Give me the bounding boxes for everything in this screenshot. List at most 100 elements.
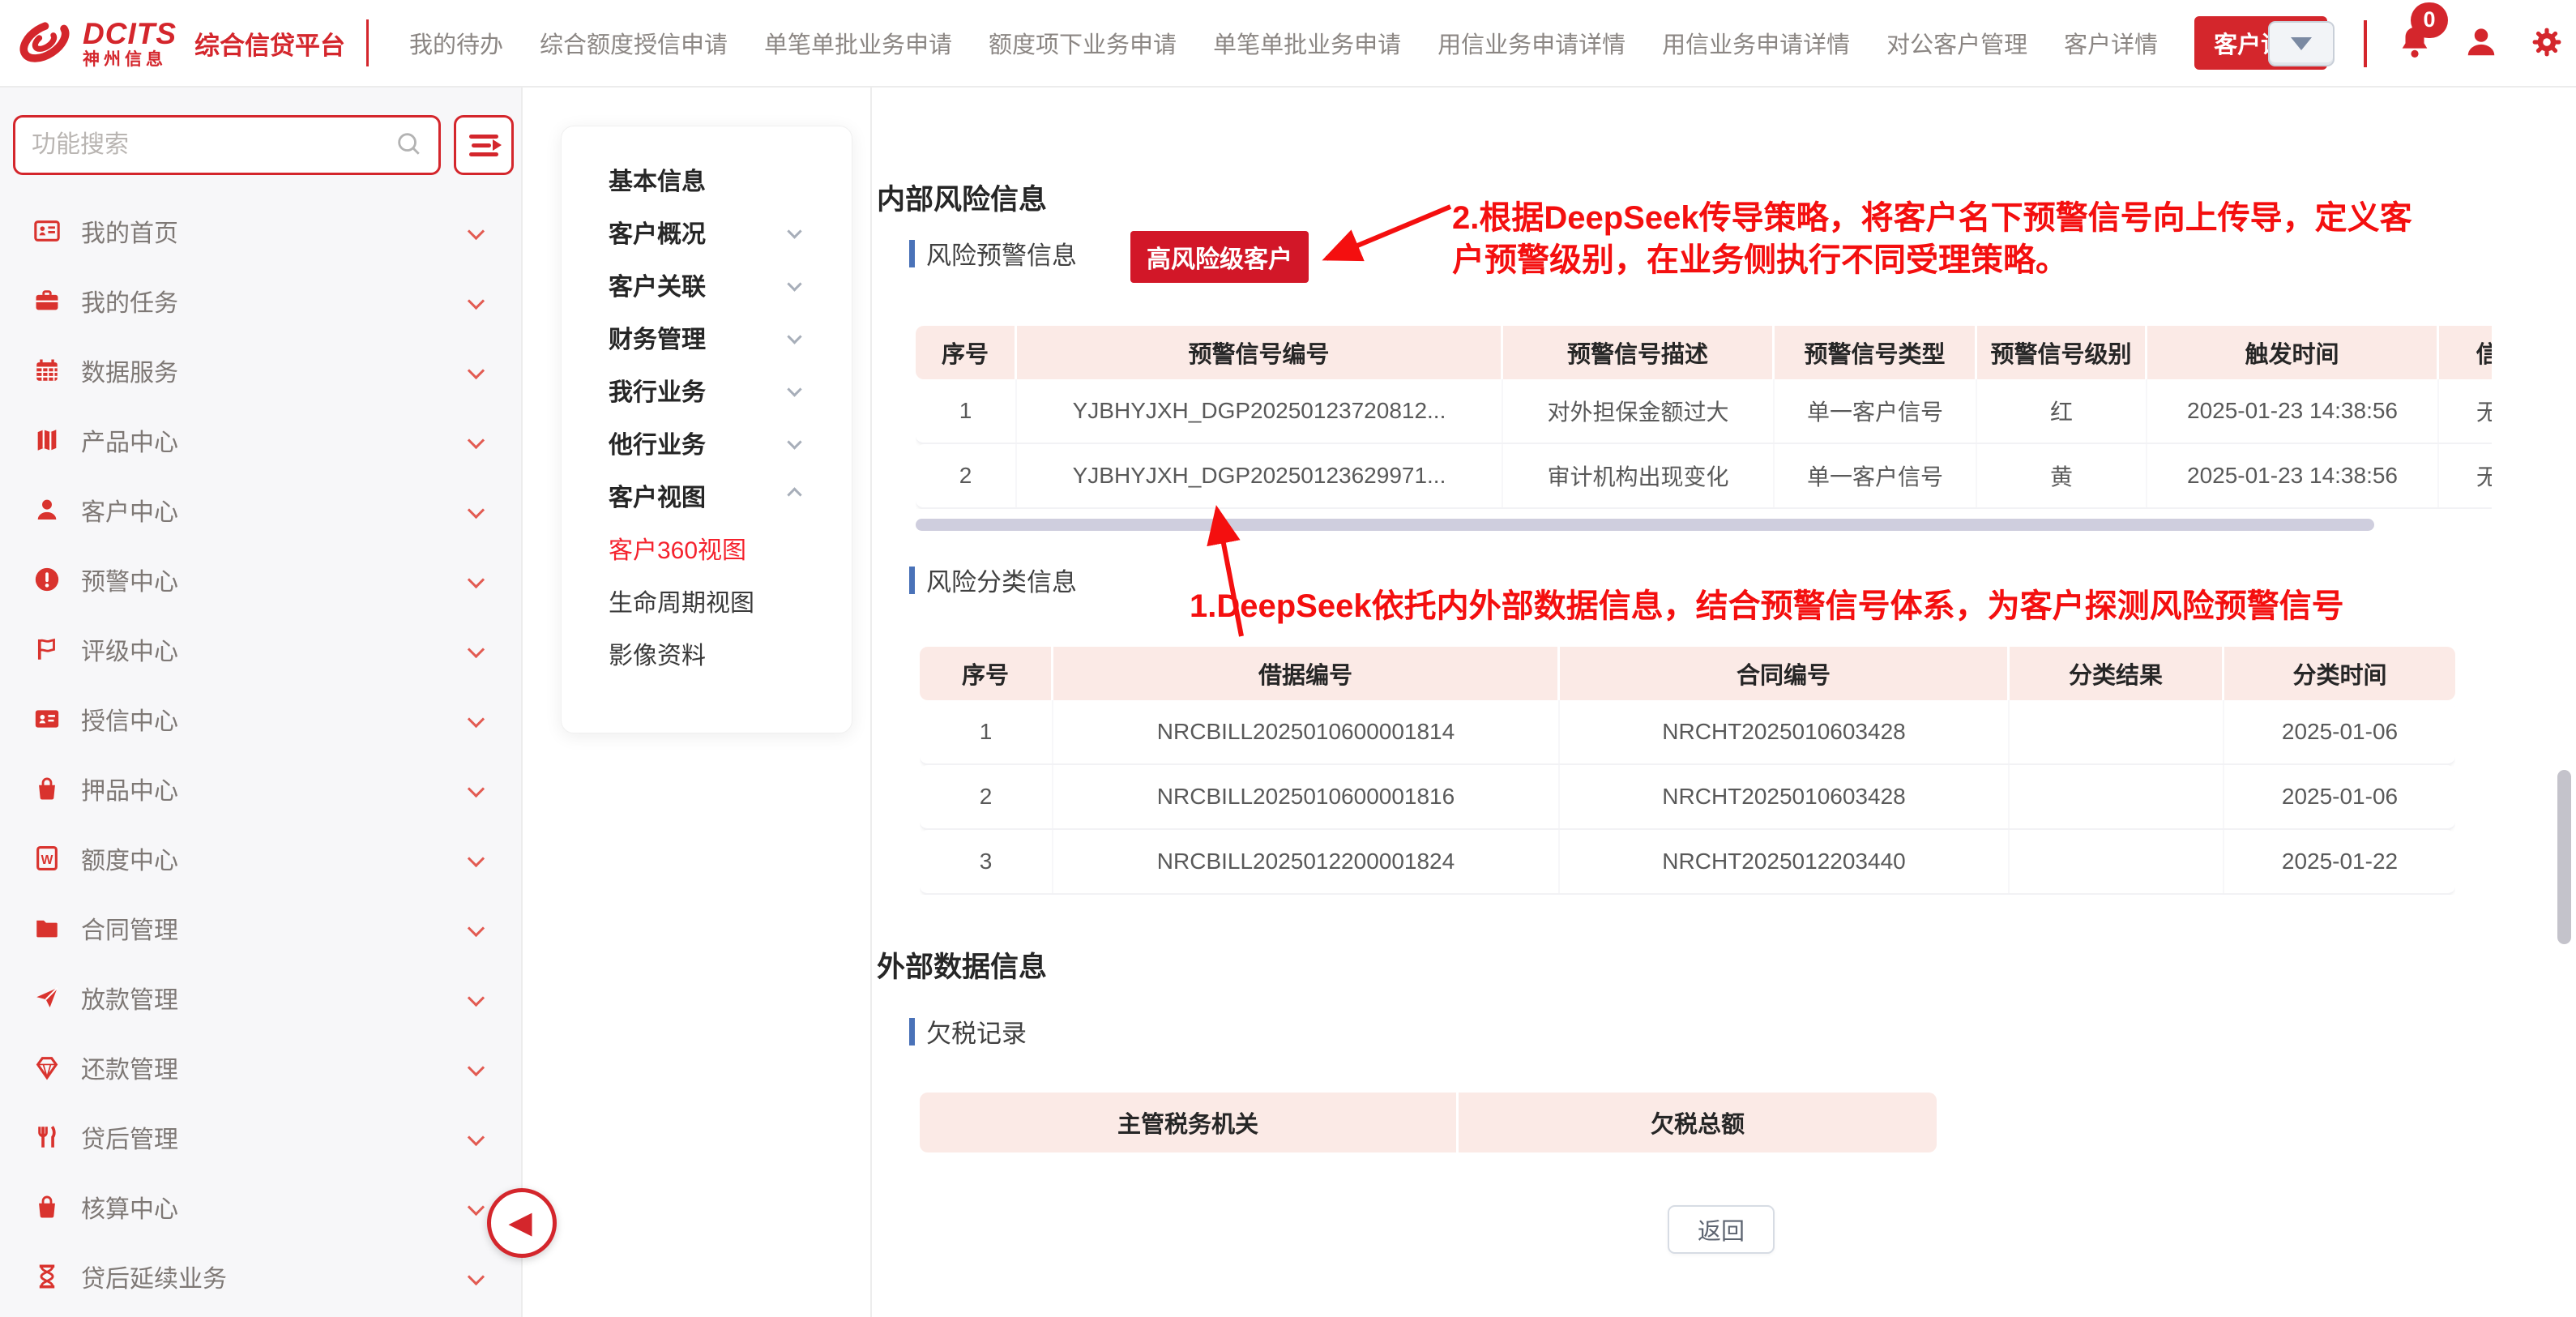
submenu-item-our-bank-business[interactable]: 我行业务: [609, 363, 852, 416]
sidebar-item-warning-center[interactable]: 预警中心: [0, 545, 521, 614]
submenu-item-label: 我行业务: [609, 372, 706, 408]
topbar-controls: 0: [2268, 0, 2565, 88]
chevron-down-icon: [468, 780, 485, 797]
sidebar-item-my-home[interactable]: 我的首页: [0, 196, 521, 266]
product-name: 综合信贷平台: [194, 25, 345, 62]
search-input[interactable]: [32, 131, 395, 159]
sidebar-item-data-services[interactable]: 数据服务: [0, 336, 521, 405]
topnav-item[interactable]: 我的待办: [409, 26, 503, 60]
topbar-divider: [2364, 20, 2367, 67]
submenu-item-label: 他行业务: [609, 425, 706, 460]
customer-view-menu: 基本信息 客户概况 客户关联 财务管理 我行业务 他行业务 客户视图 客户360…: [561, 126, 852, 733]
sidebar-item-customer-center[interactable]: 客户中心: [0, 475, 521, 545]
submenu-item-customer-relations[interactable]: 客户关联: [609, 258, 852, 310]
sidebar-item-collateral-center[interactable]: 押品中心: [0, 754, 521, 823]
column-header: 分类时间: [2224, 647, 2455, 700]
vertical-scrollbar[interactable]: [2557, 770, 2571, 944]
column-header: 触发时间: [2147, 326, 2439, 379]
submenu-item-customer-overview[interactable]: 客户概况: [609, 205, 852, 258]
chevron-down-icon: [468, 1128, 485, 1145]
submenu-item-lifecycle-view[interactable]: 生命周期视图: [609, 574, 852, 626]
topnav-item[interactable]: 额度项下业务申请: [989, 26, 1177, 60]
settings-button[interactable]: [2529, 24, 2565, 64]
sidebar-item-label: 我的任务: [81, 283, 178, 319]
search-icon: [395, 130, 422, 161]
sidebar-item-label: 贷后管理: [81, 1119, 178, 1155]
sidebar-item-contract-management[interactable]: 合同管理: [0, 893, 521, 963]
back-button[interactable]: 返回: [1668, 1205, 1775, 1254]
chevron-up-icon: [787, 487, 801, 502]
sidebar-item-my-tasks[interactable]: 我的任务: [0, 266, 521, 336]
sidebar-item-accounting-center[interactable]: 核算中心: [0, 1172, 521, 1242]
hamburger-icon: [469, 135, 498, 139]
nav-dropdown-button[interactable]: [2268, 21, 2335, 66]
topnav-item[interactable]: 用信业务申请详情: [1438, 26, 1625, 60]
submenu-item-customer-views[interactable]: 客户视图: [609, 468, 852, 521]
column-header: 借据编号: [1053, 647, 1560, 700]
sidebar-item-label: 额度中心: [81, 840, 178, 876]
shopping-bag-icon: [31, 772, 63, 805]
risk-classification-table: 序号 借据编号 合同编号 分类结果 分类时间 1 NRCBILL20250106…: [920, 647, 2455, 895]
chevron-down-icon: [787, 276, 801, 291]
topnav-item[interactable]: 用信业务申请详情: [1662, 26, 1850, 60]
topnav-item[interactable]: 客户详情: [2064, 26, 2158, 60]
submenu-item-label: 生命周期视图: [609, 583, 754, 618]
topnav-item[interactable]: 单笔单批业务申请: [1213, 26, 1401, 60]
submenu-item-other-bank-business[interactable]: 他行业务: [609, 416, 852, 468]
column-header: 预警信号级别: [1977, 326, 2147, 379]
chevron-down-icon: [468, 571, 485, 588]
briefcase-icon: [31, 284, 63, 317]
shopping-bag-icon: [31, 1191, 63, 1223]
logo-divider: [366, 19, 369, 66]
sidebar-item-label: 押品中心: [81, 771, 178, 806]
chevron-down-icon: [468, 849, 485, 866]
column-header: 序号: [916, 326, 1017, 379]
topnav-item[interactable]: 综合额度授信申请: [540, 26, 728, 60]
submenu-item-image-materials[interactable]: 影像资料: [609, 626, 852, 679]
column-header: 分类结果: [2010, 647, 2224, 700]
user-icon: [31, 494, 63, 526]
chevron-down-icon: [468, 1058, 485, 1075]
svg-text:W: W: [41, 853, 53, 867]
brand-name: DCITS: [83, 19, 177, 49]
sidebar-item-label: 放款管理: [81, 980, 178, 1016]
tax-arrears-table: 主管税务机关 欠税总额: [920, 1093, 1937, 1152]
submenu-item-financial-management[interactable]: 财务管理: [609, 310, 852, 363]
sidebar-item-rating-center[interactable]: 评级中心: [0, 614, 521, 684]
topnav-item[interactable]: 对公客户管理: [1886, 26, 2027, 60]
blue-accent-bar: [909, 567, 915, 594]
sidebar-item-credit-center[interactable]: 授信中心: [0, 684, 521, 754]
sidebar-menu: 我的首页 我的任务 数据服务 产品中心 客户中心 预警中心: [0, 196, 521, 1311]
chevron-down-icon: [468, 292, 485, 309]
user-button[interactable]: [2463, 24, 2500, 65]
column-header: 信: [2439, 326, 2492, 379]
chevron-down-icon: [468, 710, 485, 727]
submenu-item-customer-360-view[interactable]: 客户360视图: [609, 521, 852, 574]
sidebar-item-label: 预警中心: [81, 562, 178, 597]
sidebar-item-repayment-management[interactable]: 还款管理: [0, 1033, 521, 1102]
chevron-down-icon: [468, 431, 485, 448]
sidebar-item-product-center[interactable]: 产品中心: [0, 405, 521, 475]
sidebar-collapse-button[interactable]: ◀: [487, 1188, 557, 1258]
sidebar-item-post-loan-management[interactable]: 贷后管理: [0, 1102, 521, 1172]
sidebar-item-post-loan-continuation[interactable]: 贷后延续业务: [0, 1242, 521, 1311]
submenu-item-label: 客户概况: [609, 214, 706, 250]
topnav-item[interactable]: 单笔单批业务申请: [764, 26, 952, 60]
sidebar-item-label: 客户中心: [81, 492, 178, 528]
dcits-swirl-icon: [15, 16, 75, 71]
table-row: 2 YJBHYJXH_DGP20250123629971... 审计机构出现变化…: [916, 444, 2492, 509]
sidebar-item-disbursement-management[interactable]: 放款管理: [0, 963, 521, 1033]
table-header-row: 序号 预警信号编号 预警信号描述 预警信号类型 预警信号级别 触发时间 信: [916, 326, 2492, 379]
chevron-down-icon: [787, 329, 801, 344]
sidebar-item-limit-center[interactable]: W 额度中心: [0, 823, 521, 893]
menu-toggle-button[interactable]: [454, 115, 514, 175]
notifications-button[interactable]: 0: [2396, 24, 2433, 65]
chevron-down-icon: [468, 361, 485, 378]
blue-accent-bar: [909, 240, 915, 267]
chevron-down-icon: [468, 1198, 485, 1215]
horizontal-scrollbar[interactable]: [916, 519, 2374, 531]
document-w-icon: W: [31, 842, 63, 874]
chevron-down-icon: [787, 382, 801, 396]
submenu-item-basic-info[interactable]: 基本信息: [609, 152, 852, 205]
brand-logo: DCITS 神州信息 综合信贷平台: [15, 16, 369, 71]
